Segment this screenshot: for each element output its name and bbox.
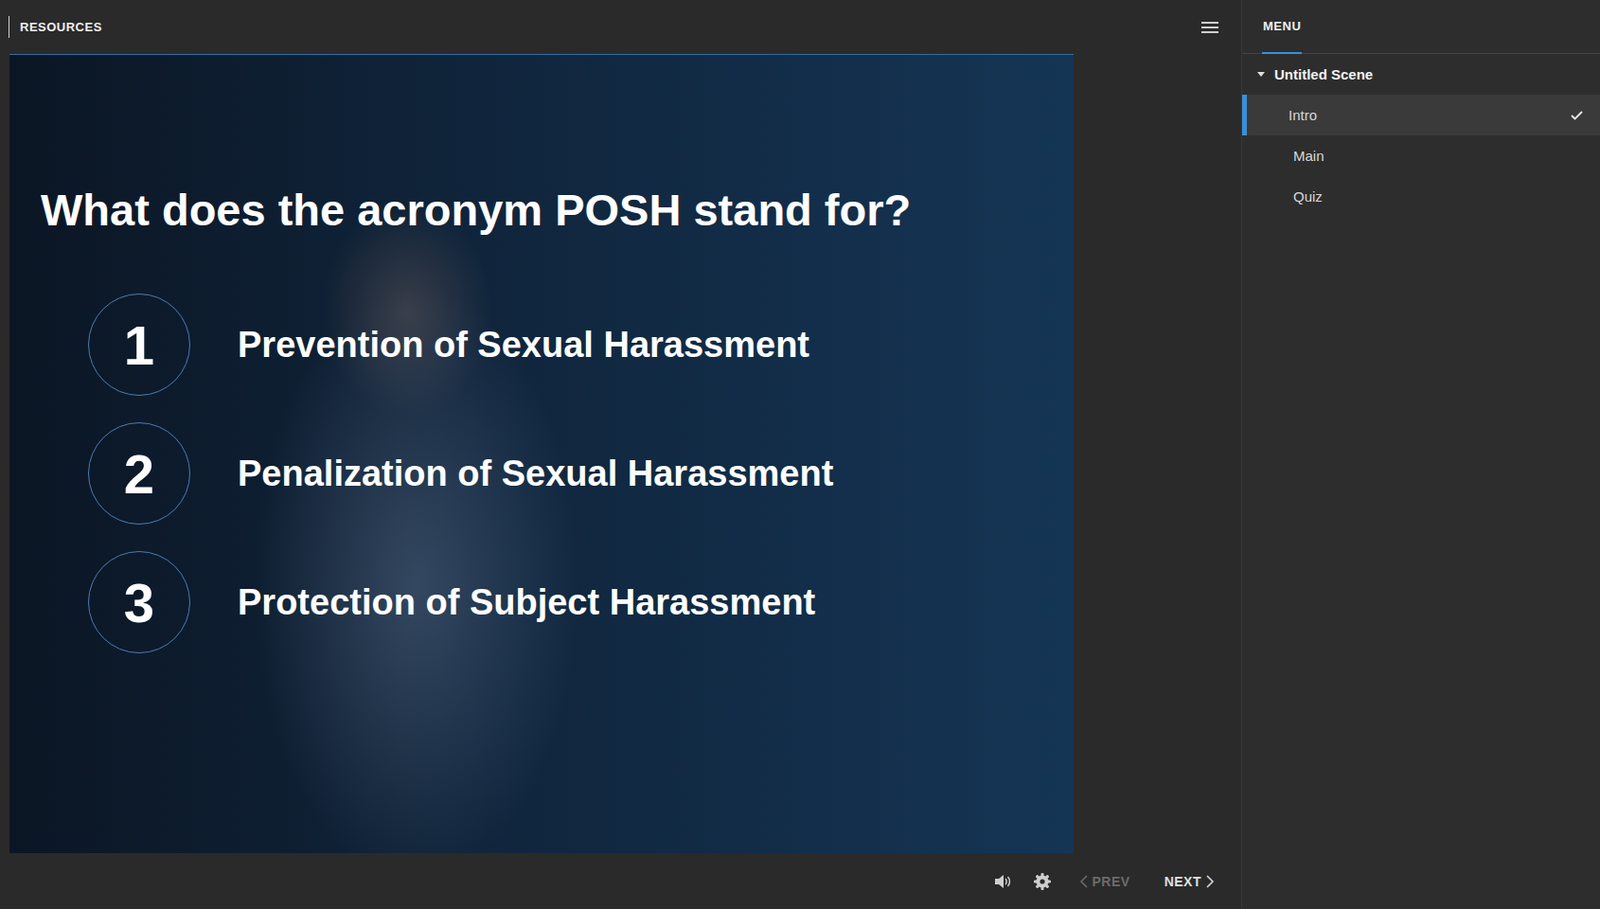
quiz-question: What does the acronym POSH stand for? 1 Pr… — [9, 54, 1074, 654]
prev-button[interactable]: PREV — [1073, 870, 1137, 893]
scene-row[interactable]: Untitled Scene — [1242, 53, 1600, 95]
option-number: 1 — [88, 293, 191, 396]
caret-icon — [1256, 71, 1266, 78]
menu-tab[interactable]: MENU — [1262, 0, 1302, 54]
option-text: Penalization of Sexual Harassment — [237, 453, 834, 495]
option[interactable]: 1 Prevention of Sexual Harassment — [88, 293, 1055, 396]
menu-item[interactable]: Quiz — [1242, 176, 1600, 217]
check-icon — [1570, 110, 1583, 121]
course-player: RESOURCES What does the acronym POSH stan… — [0, 0, 1600, 909]
bottom-bar: PREV NEXT — [0, 853, 1242, 909]
menu-header: MENU — [1242, 0, 1600, 54]
option-number: 3 — [88, 551, 191, 654]
next-button[interactable]: NEXT — [1158, 870, 1221, 893]
menu-item[interactable]: Intro — [1242, 94, 1600, 136]
option-text: Prevention of Sexual Harassment — [237, 324, 810, 366]
volume-icon[interactable] — [994, 872, 1012, 890]
chevron-left-icon — [1079, 874, 1088, 889]
stage: What does the acronym POSH stand for? 1 Pr… — [0, 53, 1242, 854]
option-number: 2 — [88, 422, 191, 525]
top-bar: RESOURCES — [0, 0, 1242, 54]
option[interactable]: 3 Protection of Subject Harassment — [88, 551, 1055, 654]
menu-item[interactable]: Main — [1242, 135, 1600, 177]
resources-tab[interactable]: RESOURCES — [8, 16, 103, 38]
gear-icon[interactable] — [1033, 872, 1051, 890]
slide: What does the acronym POSH stand for? 1 Pr… — [9, 53, 1074, 854]
menu-panel: MENUUntitled SceneIntroMainQuiz — [1241, 0, 1600, 909]
question-text: What does the acronym POSH stand for? — [40, 183, 1055, 237]
option[interactable]: 2 Penalization of Sexual Harassment — [88, 422, 1055, 525]
chevron-right-icon — [1206, 874, 1215, 889]
option-list: 1 Prevention of Sexual Harassment 2 Penaliz… — [88, 293, 1055, 654]
main-area: RESOURCES What does the acronym POSH stan… — [0, 0, 1242, 909]
option-text: Protection of Subject Harassment — [237, 582, 816, 623]
hamburger-icon[interactable] — [1201, 20, 1219, 35]
